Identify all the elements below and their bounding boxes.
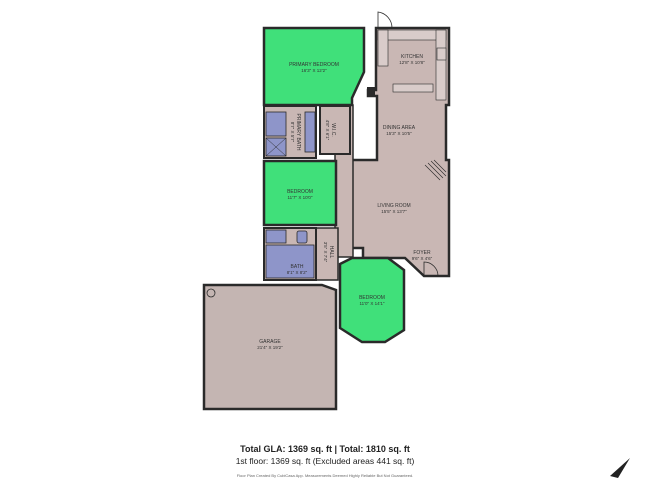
wic-dims: 4'8" X 6'1" <box>325 120 330 141</box>
fireplace-marker <box>367 87 375 96</box>
kitchen-counter-right <box>435 29 447 101</box>
kitchen-counter-left <box>377 29 389 67</box>
primary-tub <box>265 111 287 137</box>
kitchen-island <box>392 83 434 93</box>
bedroom-2-dims: 11'0" X 14'1" <box>359 301 384 306</box>
bedroom-1-dims: 11'7" X 10'0" <box>287 195 312 200</box>
bath-dims: 8'1" X 8'2" <box>287 270 308 275</box>
entry-door-arc <box>377 11 393 29</box>
total-area-text: Total GLA: 1369 sq. ft | Total: 1810 sq.… <box>240 444 410 454</box>
bath-vanity <box>265 229 287 244</box>
disclaimer-text: Floor Plan Created By CubiCasa App. Meas… <box>236 473 414 478</box>
dining-area-dims: 15'3" X 10'5" <box>386 131 412 136</box>
hall-dims: 3'5" X 7'4" <box>323 242 328 263</box>
kitchen-fridge <box>436 47 447 61</box>
primary-bath-dims: 8'7" X 5'7" <box>290 122 295 143</box>
kitchen-dims: 12'8" X 10'8" <box>399 60 425 65</box>
foyer-dims: 9'6" X 4'6" <box>412 256 433 261</box>
garage-dims: 21'4" X 19'2" <box>257 345 283 350</box>
primary-bedroom-dims: 16'3" X 12'2" <box>301 68 327 73</box>
floor-plan: PRIMARY BEDROOM 16'3" X 12'2" KITCHEN 12… <box>202 11 451 411</box>
first-floor-area-text: 1st floor: 1369 sq. ft (Excluded areas 4… <box>235 456 415 466</box>
primary-vanity <box>304 111 316 153</box>
kitchen-area <box>350 26 451 278</box>
bath-toilet <box>296 230 308 244</box>
living-room-dims: 15'5" X 13'7" <box>381 209 407 214</box>
